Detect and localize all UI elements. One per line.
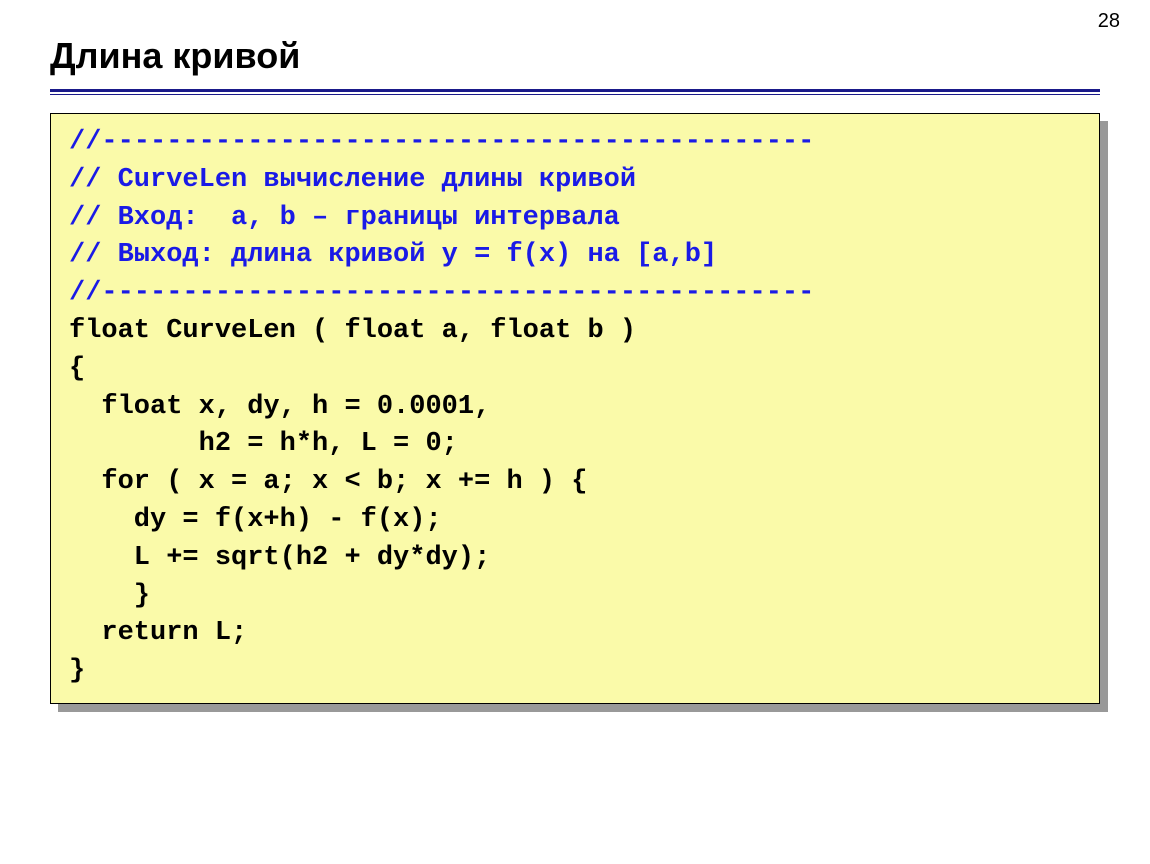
- code-line: }: [69, 581, 150, 611]
- slide-content: Длина кривой //-------------------------…: [0, 0, 1150, 704]
- code-comment-line: // CurveLen вычисление длины кривой: [69, 165, 636, 195]
- code-line: return L;: [69, 618, 247, 648]
- page-number: 28: [1098, 10, 1120, 33]
- title-underline: [50, 89, 1100, 95]
- page-title: Длина кривой: [50, 35, 1100, 77]
- code-comment-line: // Вход: a, b – границы интервала: [69, 203, 620, 233]
- code-comment-line: // Выход: длина кривой y = f(x) на [a,b]: [69, 240, 717, 270]
- code-line: float x, dy, h = 0.0001,: [69, 392, 490, 422]
- code-line: L += sqrt(h2 + dy*dy);: [69, 543, 490, 573]
- code-line: float CurveLen ( float a, float b ): [69, 316, 636, 346]
- code-line: h2 = h*h, L = 0;: [69, 429, 458, 459]
- code-line: {: [69, 354, 85, 384]
- code-comment-line: //--------------------------------------…: [69, 278, 814, 308]
- code-line: }: [69, 656, 85, 686]
- code-block-wrapper: //--------------------------------------…: [50, 113, 1100, 704]
- code-block: //--------------------------------------…: [50, 113, 1100, 704]
- code-line: dy = f(x+h) - f(x);: [69, 505, 442, 535]
- code-comment-line: //--------------------------------------…: [69, 127, 814, 157]
- code-line: for ( x = a; x < b; x += h ) {: [69, 467, 587, 497]
